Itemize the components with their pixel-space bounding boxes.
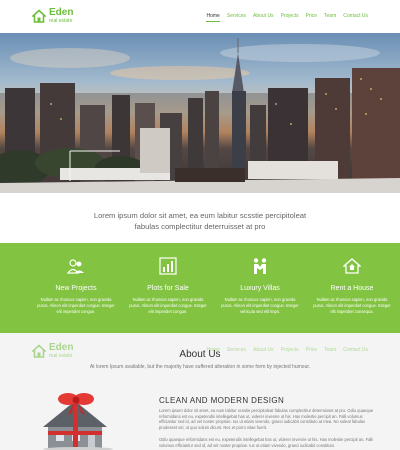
services-section: New Projects Nullam ac rhoncus sapien, n… — [0, 243, 400, 333]
feature-text-2: Odio quaeque reformidans est eu, expeten… — [159, 437, 374, 448]
handshake-icon — [253, 258, 267, 274]
brand-title: Eden — [49, 7, 74, 18]
nav-contact[interactable]: Contact Us — [343, 13, 368, 22]
nav-services[interactable]: Services — [227, 13, 246, 22]
service-text: Nullam ac rhoncus sapien, non gravida pu… — [221, 297, 299, 314]
service-title: Rent a House — [330, 285, 374, 292]
nav-price[interactable]: Price — [306, 13, 317, 22]
nav-projects[interactable]: Projects — [281, 13, 299, 22]
brand-subtitle: real estate — [49, 18, 73, 24]
tagline-line-1: Lorem ipsum dolor sit amet, ea eum labit… — [93, 211, 307, 220]
tagline-line-2: fabulas complectitur deterruisset at pro — [134, 222, 266, 231]
about-subtitle: At lorem Ipsum available, but the majori… — [89, 364, 311, 370]
people-icon — [66, 259, 84, 274]
service-text: Nullam ac rhoncus sapien, non gravida pu… — [129, 297, 207, 314]
bar-chart-icon — [159, 257, 177, 275]
service-rent-a-house[interactable]: Rent a House Nullam ac rhoncus sapien, n… — [306, 243, 398, 333]
nav-home[interactable]: Home — [206, 13, 220, 22]
service-title: Plots for Sale — [147, 285, 189, 292]
hero-slider[interactable] — [0, 33, 400, 193]
service-title: New Projects — [55, 285, 97, 292]
house-icon — [342, 258, 362, 274]
tagline: Lorem ipsum dolor sit amet, ea eum labit… — [0, 210, 400, 232]
hero-image — [0, 38, 400, 193]
gift-house-image — [43, 393, 113, 450]
feature-text: Lorem ipsum dolor sit amet, ea eum labit… — [159, 408, 374, 430]
about-section: Eden real estate Home Services About Us … — [0, 333, 400, 450]
service-text: Nullam ac rhoncus sapien, non gravida pu… — [313, 297, 391, 314]
nav-about[interactable]: About Us — [253, 13, 274, 22]
brand-logo[interactable]: Eden real estate — [32, 8, 73, 24]
nav-team[interactable]: Team — [324, 13, 336, 22]
service-new-projects[interactable]: New Projects Nullam ac rhoncus sapien, n… — [30, 243, 122, 333]
about-title: About Us — [179, 349, 221, 360]
service-title: Luxury Villas — [240, 285, 280, 292]
service-plots-for-sale[interactable]: Plots for Sale Nullam ac rhoncus sapien,… — [122, 243, 214, 333]
site-header: Eden real estate Home Services About Us … — [0, 0, 400, 33]
house-logo-icon — [32, 9, 46, 23]
main-nav: Home Services About Us Projects Price Te… — [206, 13, 368, 22]
feature-title: CLEAN AND MODERN DESIGN — [159, 396, 285, 405]
service-text: Nullam ac rhoncus sapien, non gravida pu… — [37, 297, 115, 314]
service-luxury-villas[interactable]: Luxury Villas Nullam ac rhoncus sapien, … — [214, 243, 306, 333]
